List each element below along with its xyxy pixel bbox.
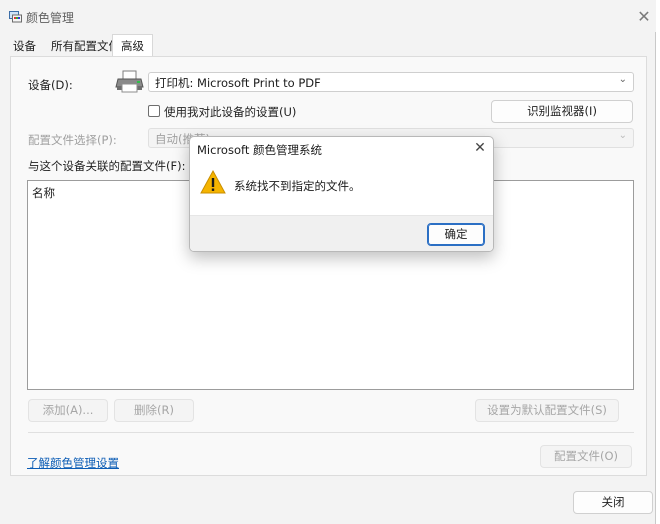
title-bar: 颜色管理 ✕: [0, 0, 656, 32]
associated-profiles-label: 与这个设备关联的配置文件(F):: [28, 159, 186, 173]
close-button[interactable]: 关闭: [573, 491, 653, 514]
identify-monitors-button[interactable]: 识别监视器(I): [491, 100, 633, 123]
color-management-app-icon: [9, 11, 22, 23]
device-select-value: 打印机: Microsoft Print to PDF: [155, 76, 321, 90]
tab-devices[interactable]: 设备: [13, 38, 36, 54]
dialog-ok-button[interactable]: 确定: [427, 223, 485, 246]
profiles-button: 配置文件(O): [540, 445, 632, 468]
section-divider: [28, 432, 634, 433]
dialog-close-button[interactable]: ✕: [471, 140, 489, 156]
warning-icon: [200, 169, 226, 194]
use-my-settings-label[interactable]: 使用我对此设备的设置(U): [164, 104, 296, 120]
learn-color-management-link[interactable]: 了解颜色管理设置: [27, 455, 119, 471]
dialog-message: 系统找不到指定的文件。: [234, 179, 361, 193]
tab-all-profiles[interactable]: 所有配置文件: [51, 38, 120, 54]
profile-selection-label: 配置文件选择(P):: [28, 133, 117, 147]
device-label: 设备(D):: [28, 78, 73, 92]
dialog-title: Microsoft 颜色管理系统: [197, 143, 322, 157]
error-dialog: Microsoft 颜色管理系统 ✕ 系统找不到指定的文件。 确定: [189, 136, 494, 252]
printer-icon: [115, 70, 144, 93]
remove-profile-button: 删除(R): [114, 399, 194, 422]
tab-strip: 设备 所有配置文件 高级: [0, 34, 656, 57]
device-select[interactable]: 打印机: Microsoft Print to PDF ⌄: [148, 72, 634, 92]
chevron-down-icon: ⌄: [618, 74, 627, 85]
add-profile-button: 添加(A)...: [28, 399, 108, 422]
color-management-window: 颜色管理 ✕ 设备 所有配置文件 高级 设备(D): 打印机: Microsof…: [0, 0, 656, 524]
window-title: 颜色管理: [26, 11, 75, 25]
tab-advanced[interactable]: 高级: [112, 34, 153, 57]
dialog-footer: 确定: [190, 215, 493, 251]
use-my-settings-checkbox[interactable]: [148, 105, 160, 117]
set-default-profile-button: 设置为默认配置文件(S): [475, 399, 619, 422]
chevron-down-icon: ⌄: [618, 130, 627, 141]
column-header-name[interactable]: 名称: [32, 185, 55, 201]
window-close-button[interactable]: ✕: [633, 7, 655, 27]
